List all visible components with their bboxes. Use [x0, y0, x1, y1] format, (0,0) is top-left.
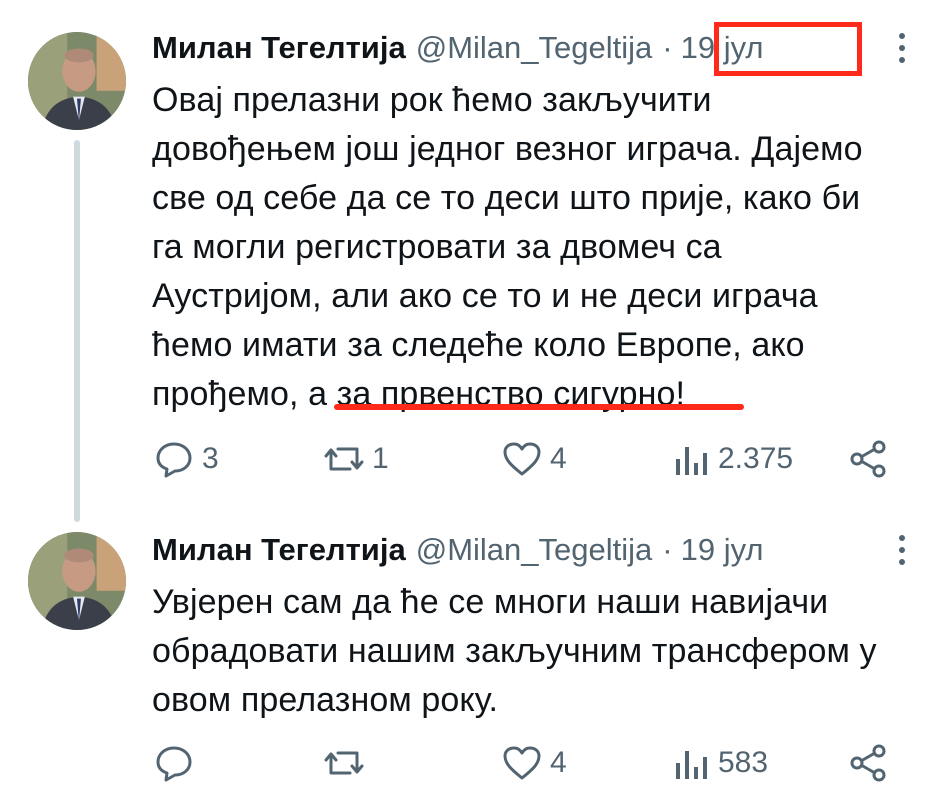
tweet[interactable]: Милан Тегелтија @Milan_Tegeltija · 19 ју…: [0, 0, 946, 522]
reply-icon: [156, 746, 192, 782]
timestamp[interactable]: 19 јул: [681, 532, 764, 568]
like-button[interactable]: 4: [500, 434, 567, 484]
like-icon: [503, 746, 541, 780]
more-icon[interactable]: [894, 28, 910, 68]
tweet-header: Милан Тегелтија @Milan_Tegeltija · 19 ју…: [152, 28, 763, 68]
reply-button[interactable]: 3: [152, 434, 219, 484]
like-icon: [503, 442, 541, 476]
avatar-image: [28, 32, 126, 130]
view-count: 2.375: [718, 442, 794, 475]
share-button[interactable]: [846, 434, 890, 484]
author-handle[interactable]: @Milan_Tegeltija: [416, 532, 653, 568]
avatar[interactable]: [28, 532, 126, 630]
avatar-image: [28, 532, 126, 630]
tweet[interactable]: Милан Тегелтија @Milan_Tegeltija · 19 ју…: [0, 520, 946, 800]
annotation-box: [714, 22, 862, 76]
view-count: 583: [718, 746, 769, 779]
separator: ·: [662, 30, 673, 65]
retweet-icon: [324, 447, 364, 471]
reply-count: 3: [202, 442, 219, 475]
reply-button[interactable]: [152, 738, 202, 788]
tweet-header: Милан Тегелтија @Milan_Tegeltija · 19 ју…: [152, 530, 763, 570]
tweet-text: Овај прелазни рок ћемо закључити довођењ…: [152, 81, 863, 413]
views-button[interactable]: 2.375: [672, 434, 793, 484]
share-button[interactable]: [846, 738, 890, 788]
author-name[interactable]: Милан Тегелтија: [152, 30, 406, 66]
reply-icon: [156, 442, 192, 478]
tweet-text: Увјерен сам да ће се многи наши навијачи…: [152, 583, 877, 719]
retweet-count: 1: [372, 442, 389, 475]
retweet-button[interactable]: 1: [322, 434, 389, 484]
views-icon: [676, 447, 707, 475]
share-icon: [850, 440, 886, 478]
thread-line: [74, 140, 80, 522]
retweet-button[interactable]: [322, 738, 372, 788]
author-handle[interactable]: @Milan_Tegeltija: [416, 30, 653, 66]
author-name[interactable]: Милан Тегелтија: [152, 532, 406, 568]
action-bar: 3 1 4 2.375: [152, 434, 892, 484]
separator: ·: [662, 532, 673, 567]
share-icon: [850, 744, 886, 782]
like-count: 4: [550, 746, 567, 779]
views-icon: [676, 751, 707, 779]
avatar[interactable]: [28, 32, 126, 130]
like-count: 4: [550, 442, 567, 475]
retweet-icon: [324, 751, 364, 775]
views-button[interactable]: 583: [672, 738, 768, 788]
more-icon[interactable]: [894, 530, 910, 570]
action-bar: 4 583: [152, 738, 892, 788]
like-button[interactable]: 4: [500, 738, 567, 788]
annotation-underline: [334, 404, 744, 410]
